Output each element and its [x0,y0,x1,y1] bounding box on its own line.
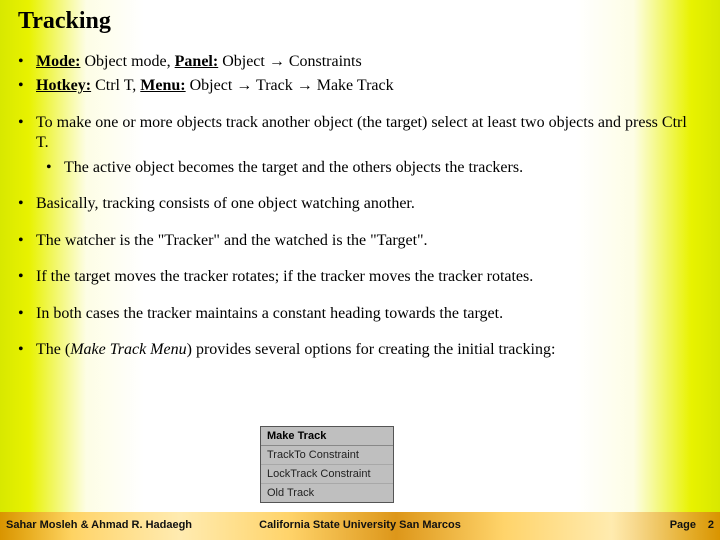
para1-sub-text: The active object becomes the target and… [64,158,523,178]
menu-value: Object → Track → Make Track [186,77,394,94]
footer-page-label: Page [670,519,696,531]
panel-value: Object → Constraints [218,53,362,70]
footer: Sahar Mosleh & Ahmad R. Hadaegh Californ… [0,516,720,534]
bullet-para1: • To make one or more objects track anot… [18,113,702,154]
bullet-icon: • [18,76,36,96]
mode-label: Mode: [36,53,80,70]
slide-title: Tracking [18,8,111,35]
bullet-hotkey-menu: • Hotkey: Ctrl T, Menu: Object → Track →… [18,76,702,96]
hotkey-value: Ctrl T, [91,77,140,94]
text-line: Hotkey: Ctrl T, Menu: Object → Track → M… [36,76,394,96]
footer-authors: Sahar Mosleh & Ahmad R. Hadaegh [6,519,192,531]
para1-text: To make one or more objects track anothe… [36,113,702,154]
menu-header: Make Track [261,427,393,446]
para3-text: The watcher is the "Tracker" and the wat… [36,231,428,251]
text-line: Mode: Object mode, Panel: Object → Const… [36,52,362,72]
bullet-icon: • [18,194,36,214]
slide-content: • Mode: Object mode, Panel: Object → Con… [18,52,702,365]
bullet-icon: • [18,304,36,324]
bullet-icon: • [18,231,36,251]
bullet-icon: • [18,340,36,360]
para6-post: ) provides several options for creating … [187,341,556,358]
footer-page-number: 2 [708,519,714,531]
para6-text: The (Make Track Menu) provides several o… [36,340,555,360]
menu-item: TrackTo Constraint [261,446,393,465]
subbullet-para1: • The active object becomes the target a… [46,158,702,178]
menu-label: Menu: [140,77,185,94]
bullet-icon: • [18,267,36,287]
bullet-icon: • [18,113,36,154]
mode-value: Object mode, [80,53,174,70]
para2-text: Basically, tracking consists of one obje… [36,194,415,214]
bullet-para6: • The (Make Track Menu) provides several… [18,340,702,360]
make-track-menu: Make Track TrackTo Constraint LockTrack … [260,426,394,503]
menu-item: LockTrack Constraint [261,465,393,484]
bullet-para3: • The watcher is the "Tracker" and the w… [18,231,702,251]
para6-em: Make Track Menu [70,341,186,358]
para4-text: If the target moves the tracker rotates;… [36,267,533,287]
para5-text: In both cases the tracker maintains a co… [36,304,503,324]
panel-label: Panel: [175,53,219,70]
slide: Tracking • Mode: Object mode, Panel: Obj… [0,0,720,540]
bullet-para5: • In both cases the tracker maintains a … [18,304,702,324]
hotkey-label: Hotkey: [36,77,91,94]
bullet-mode-panel: • Mode: Object mode, Panel: Object → Con… [18,52,702,72]
bullet-icon: • [46,158,64,178]
para6-pre: The ( [36,341,70,358]
menu-item: Old Track [261,484,393,502]
bullet-para4: • If the target moves the tracker rotate… [18,267,702,287]
bullet-icon: • [18,52,36,72]
bullet-para2: • Basically, tracking consists of one ob… [18,194,702,214]
